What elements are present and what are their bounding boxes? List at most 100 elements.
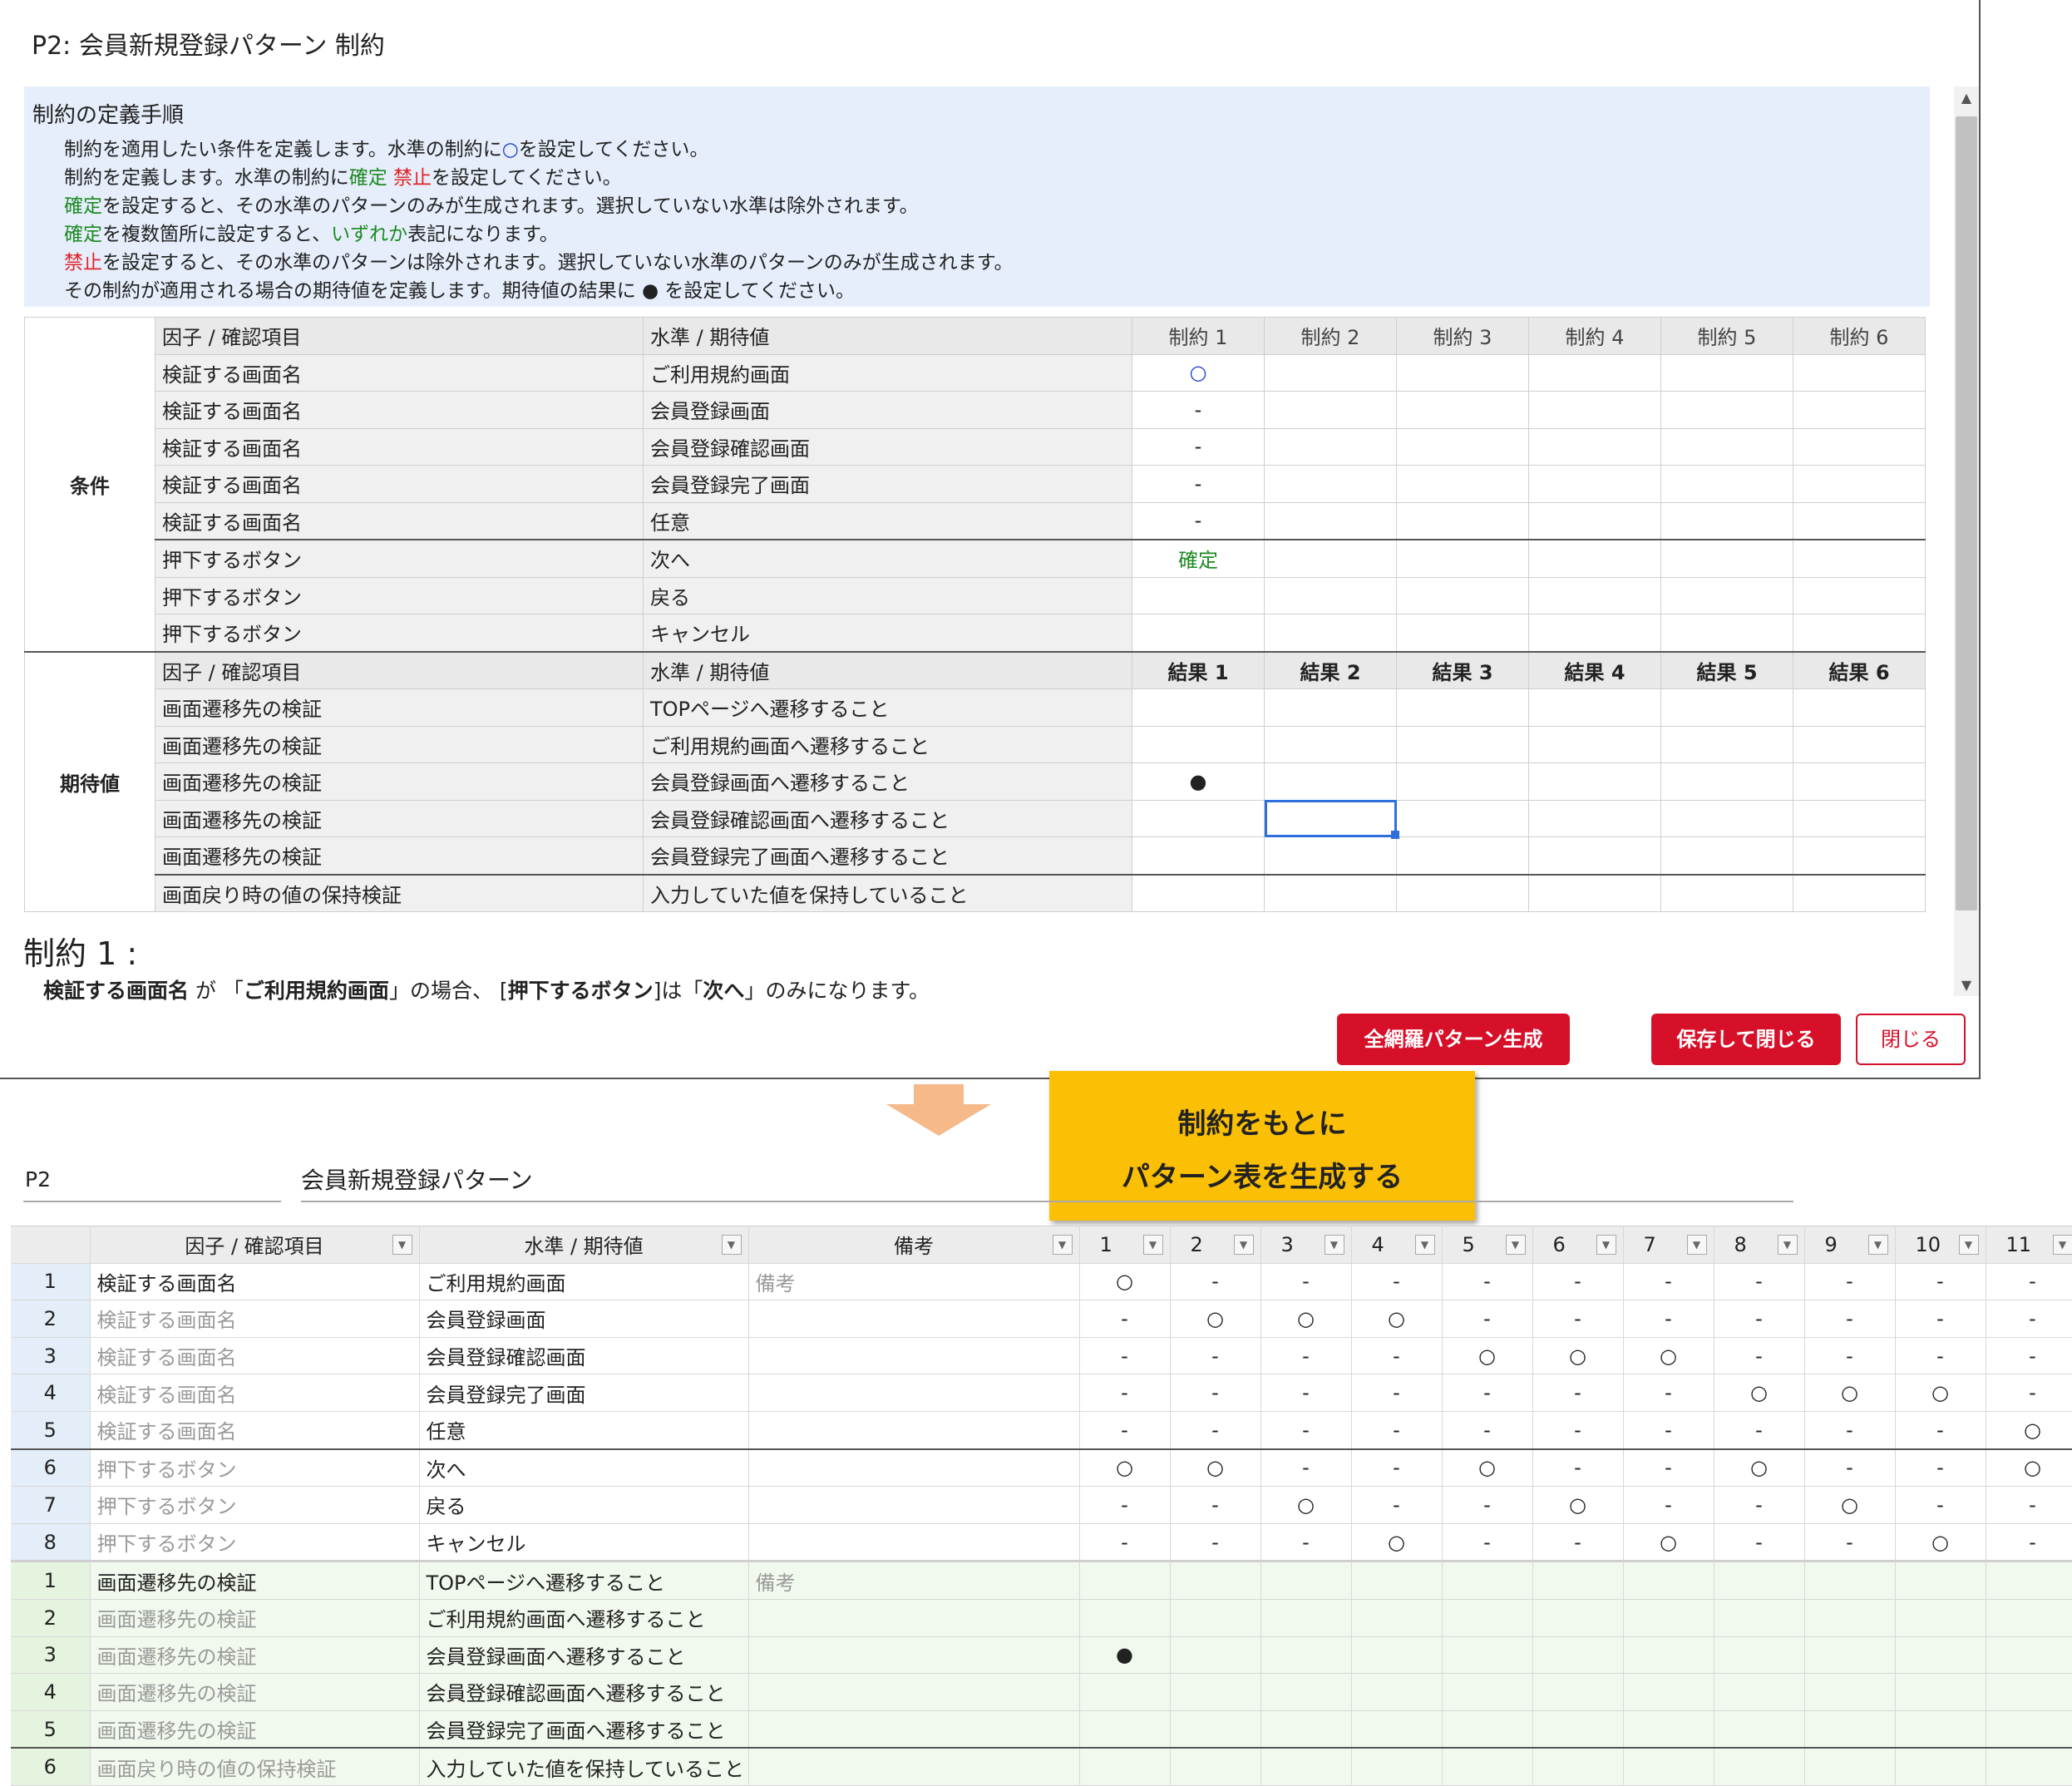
pattern-cell[interactable]: -	[1714, 1411, 1804, 1448]
pattern-cell[interactable]	[1714, 1748, 1804, 1785]
filter-icon[interactable]: ▼	[722, 1235, 742, 1255]
pattern-cell[interactable]	[1895, 1710, 1986, 1748]
constraint-cell[interactable]	[1529, 577, 1661, 614]
pattern-cell[interactable]	[1532, 1710, 1623, 1748]
pattern-cell[interactable]	[1895, 1636, 1986, 1674]
factor-cell[interactable]: 検証する画面名	[90, 1300, 419, 1338]
result-cell[interactable]	[1529, 800, 1661, 837]
header-pattern-7[interactable]: 7▼	[1623, 1226, 1714, 1264]
result-cell[interactable]: ●	[1132, 763, 1265, 801]
header-pattern-2[interactable]: 2▼	[1170, 1226, 1260, 1264]
pattern-cell[interactable]	[1804, 1748, 1895, 1785]
pattern-cell[interactable]	[1442, 1636, 1532, 1674]
header-result-4[interactable]: 結果 4	[1529, 652, 1661, 689]
factor-cell[interactable]: 押下するボタン	[90, 1449, 419, 1487]
header-constraint-6[interactable]: 制約 6	[1793, 318, 1926, 355]
pattern-cell[interactable]	[1804, 1599, 1895, 1636]
pattern-cell[interactable]	[1260, 1748, 1351, 1785]
constraint-cell[interactable]	[1397, 428, 1529, 466]
level-cell[interactable]: 会員登録画面	[419, 1300, 748, 1338]
pattern-cell[interactable]: -	[1986, 1300, 2072, 1338]
header-pattern-10[interactable]: 10▼	[1895, 1226, 1986, 1264]
pattern-cell[interactable]	[1714, 1674, 1804, 1711]
pattern-cell[interactable]	[1260, 1674, 1351, 1711]
constraint-cell[interactable]	[1265, 614, 1397, 652]
pattern-cell[interactable]: ○	[1804, 1374, 1895, 1412]
constraint-cell[interactable]	[1397, 614, 1529, 652]
pattern-cell[interactable]: -	[1260, 1449, 1351, 1487]
pattern-cell[interactable]: ○	[1170, 1300, 1260, 1338]
header-constraint-3[interactable]: 制約 3	[1397, 318, 1529, 355]
constraint-cell[interactable]	[1529, 428, 1661, 466]
level-cell[interactable]: 入力していた値を保持していること	[419, 1748, 748, 1785]
pattern-cell[interactable]	[1079, 1710, 1170, 1748]
pattern-cell[interactable]: ○	[1442, 1449, 1532, 1487]
factor-cell[interactable]: 画面戻り時の値の保持検証	[90, 1748, 419, 1785]
pattern-cell[interactable]	[1714, 1562, 1804, 1600]
pattern-cell[interactable]: ○	[1804, 1487, 1895, 1524]
constraint-cell[interactable]	[1661, 466, 1793, 503]
constraint-cell[interactable]	[1529, 466, 1661, 503]
pattern-cell[interactable]	[1986, 1674, 2072, 1711]
pattern-cell[interactable]	[1623, 1636, 1714, 1674]
pattern-cell[interactable]	[1079, 1674, 1170, 1711]
filter-icon[interactable]: ▼	[1234, 1235, 1254, 1255]
pattern-cell[interactable]: -	[1170, 1411, 1260, 1448]
constraint-cell[interactable]	[1132, 614, 1265, 652]
scroll-up-icon[interactable]: ▲	[1958, 90, 1975, 106]
pattern-cell[interactable]	[1714, 1636, 1804, 1674]
constraint-cell[interactable]	[1793, 392, 1926, 429]
constraint-cell[interactable]	[1661, 502, 1793, 540]
pattern-cell[interactable]: ○	[1532, 1337, 1623, 1374]
pattern-cell[interactable]: -	[1442, 1487, 1532, 1524]
level-cell[interactable]: 会員登録完了画面	[419, 1374, 748, 1412]
pattern-cell[interactable]	[1532, 1562, 1623, 1600]
constraint-cell[interactable]	[1661, 614, 1793, 652]
pattern-cell[interactable]	[1804, 1636, 1895, 1674]
level-cell[interactable]: 会員登録完了画面へ遷移すること	[419, 1710, 748, 1748]
pattern-cell[interactable]: -	[1623, 1300, 1714, 1338]
pattern-cell[interactable]	[1714, 1710, 1804, 1748]
pattern-cell[interactable]	[1986, 1710, 2072, 1748]
pattern-cell[interactable]: ○	[1986, 1411, 2072, 1448]
pattern-cell[interactable]: -	[1351, 1374, 1442, 1412]
result-cell[interactable]	[1793, 800, 1926, 837]
header-pattern-3[interactable]: 3▼	[1260, 1226, 1351, 1264]
result-cell[interactable]	[1529, 837, 1661, 875]
factor-cell[interactable]: 押下するボタン	[90, 1487, 419, 1524]
scroll-down-icon[interactable]: ▼	[1958, 977, 1975, 994]
pattern-cell[interactable]: -	[1170, 1263, 1260, 1300]
header-pattern-9[interactable]: 9▼	[1804, 1226, 1895, 1264]
level-cell[interactable]: TOPページへ遷移すること	[419, 1562, 748, 1600]
constraint-cell[interactable]	[1529, 392, 1661, 429]
pattern-cell[interactable]	[1895, 1674, 1986, 1711]
constraint-cell[interactable]	[1265, 502, 1397, 540]
result-cell[interactable]	[1132, 800, 1265, 837]
pattern-cell[interactable]: ○	[1351, 1523, 1442, 1562]
pattern-cell[interactable]: -	[1895, 1487, 1986, 1524]
pattern-cell[interactable]	[1986, 1562, 2072, 1600]
factor-cell[interactable]: 画面遷移先の検証	[90, 1674, 419, 1711]
pattern-cell[interactable]: -	[1079, 1523, 1170, 1562]
pattern-cell[interactable]: -	[1804, 1263, 1895, 1300]
constraint-cell[interactable]	[1397, 540, 1529, 577]
pattern-cell[interactable]	[1170, 1599, 1260, 1636]
constraint-cell[interactable]	[1661, 428, 1793, 466]
pattern-cell[interactable]: -	[1260, 1523, 1351, 1562]
header-factor[interactable]: 因子 / 確認項目▼	[90, 1226, 419, 1264]
pattern-cell[interactable]	[1351, 1599, 1442, 1636]
result-cell[interactable]	[1793, 875, 1926, 912]
note-cell[interactable]	[748, 1523, 1079, 1562]
pattern-cell[interactable]	[1714, 1599, 1804, 1636]
pattern-cell[interactable]: -	[1260, 1374, 1351, 1412]
factor-cell[interactable]: 画面遷移先の検証	[90, 1562, 419, 1600]
filter-icon[interactable]: ▼	[1596, 1235, 1616, 1255]
pattern-cell[interactable]	[1170, 1562, 1260, 1600]
pattern-cell[interactable]	[1532, 1674, 1623, 1711]
factor-cell[interactable]: 画面遷移先の検証	[90, 1599, 419, 1636]
constraint-cell[interactable]: 確定	[1132, 540, 1265, 577]
result-cell[interactable]	[1661, 837, 1793, 875]
constraint-cell[interactable]	[1397, 354, 1529, 392]
note-cell[interactable]	[748, 1449, 1079, 1487]
constraint-cell[interactable]	[1265, 540, 1397, 577]
